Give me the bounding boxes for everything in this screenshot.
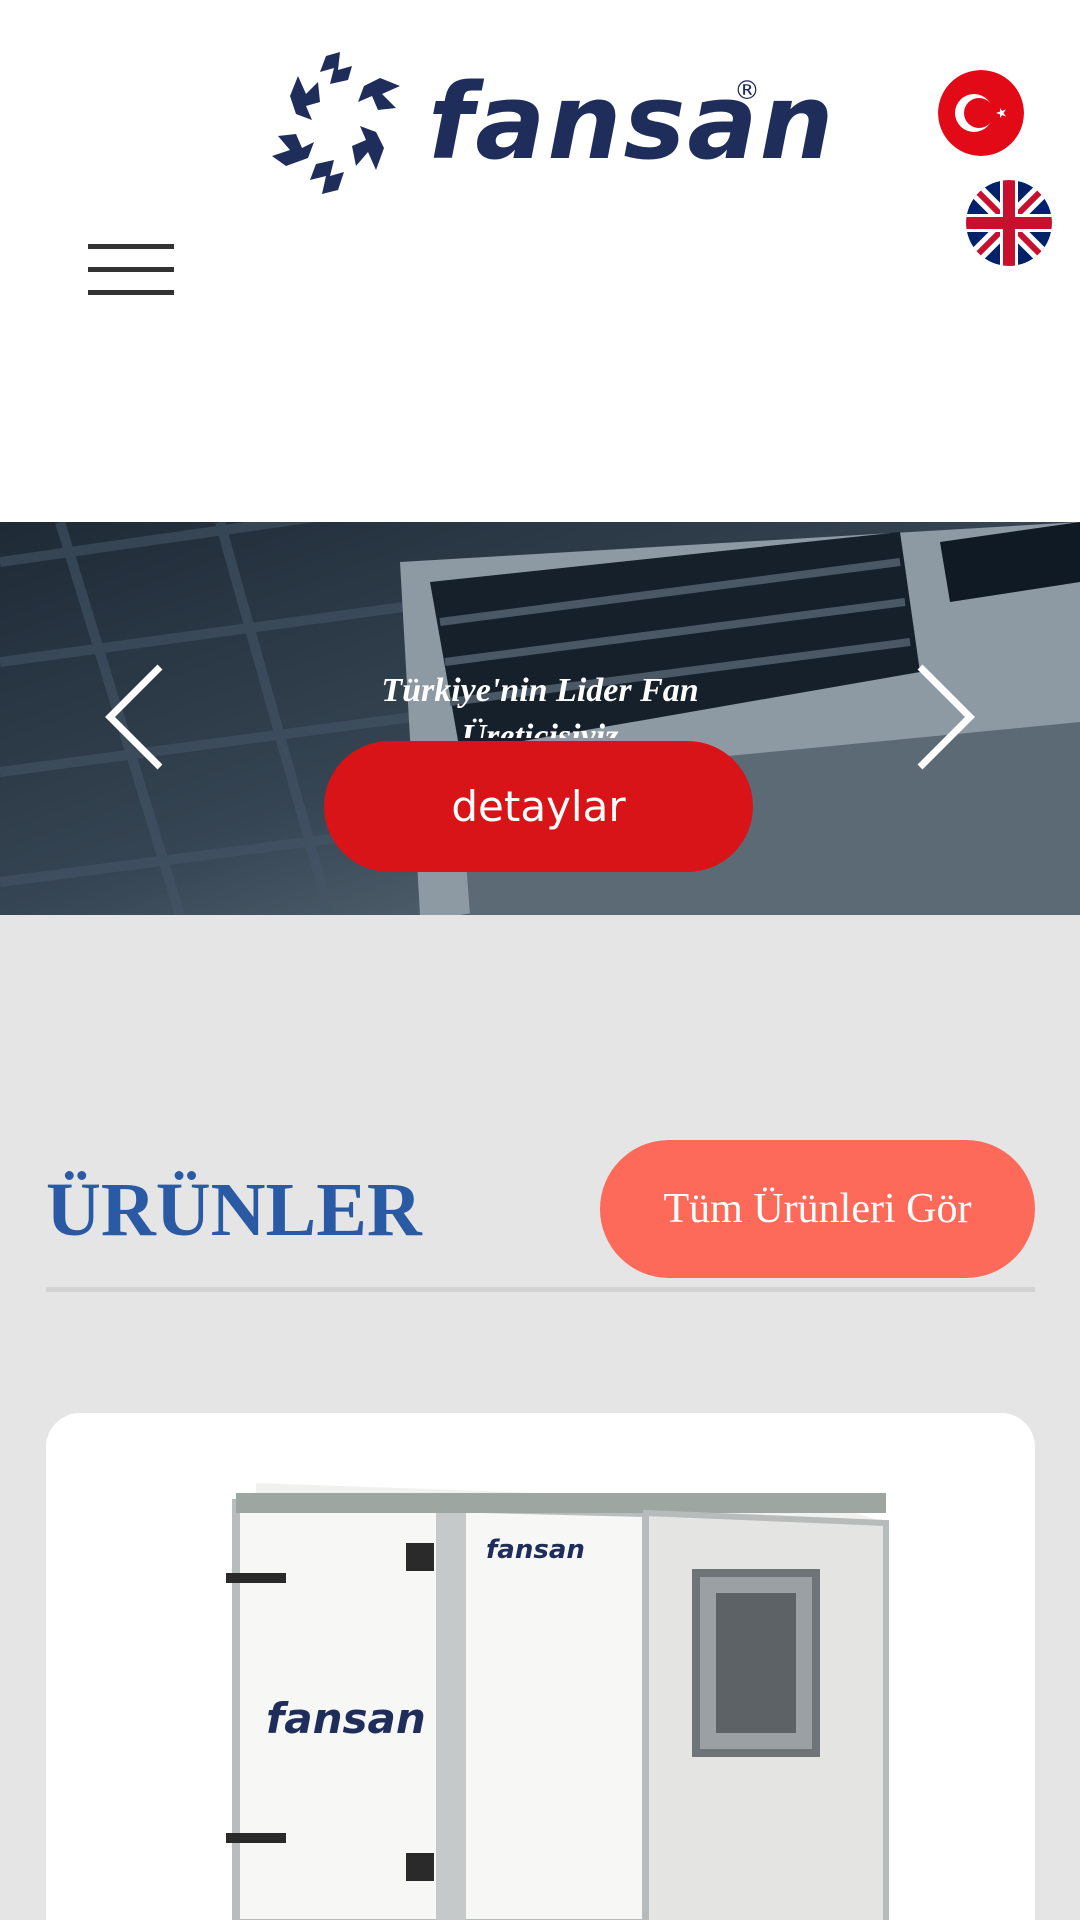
hero-title: Türkiye'nin Lider Fan Üreticisiyiz: [381, 672, 699, 738]
unit-brand-large: fansan: [266, 1694, 426, 1743]
hero-slider: Türkiye'nin Lider Fan Üreticisiyiz detay…: [0, 522, 1080, 915]
product-image: fansan fansan: [226, 1483, 889, 1920]
section-divider: [46, 1287, 1035, 1292]
chevron-right-icon[interactable]: [910, 662, 980, 772]
turkey-flag-icon[interactable]: [938, 70, 1024, 156]
uk-flag-icon[interactable]: [966, 180, 1052, 266]
fan-logo-icon: [272, 52, 400, 194]
chevron-left-icon[interactable]: [100, 662, 170, 772]
registered-mark: ®: [734, 76, 760, 106]
fansan-logo[interactable]: fansan ®: [268, 48, 834, 198]
hamburger-menu-icon[interactable]: [88, 244, 174, 296]
product-card[interactable]: fansan fansan: [46, 1413, 1035, 1920]
unit-brand-small: fansan: [486, 1535, 585, 1565]
details-button[interactable]: detaylar: [324, 741, 753, 872]
brand-name: fansan: [428, 61, 836, 183]
products-section-title: ÜRÜNLER: [46, 1168, 422, 1252]
view-all-products-button[interactable]: Tüm Ürünleri Gör: [600, 1140, 1035, 1278]
site-header: fansan ®: [0, 0, 1080, 522]
